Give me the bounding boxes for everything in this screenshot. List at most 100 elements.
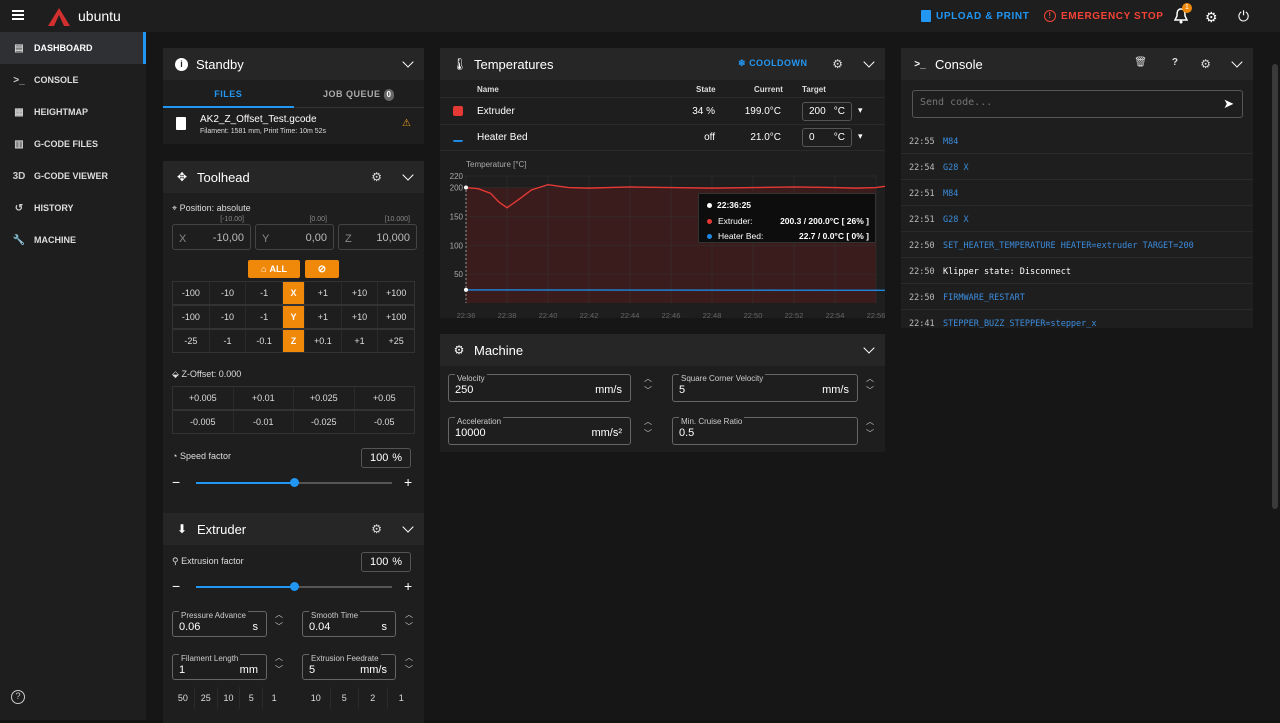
jog-button[interactable]: -0.005 bbox=[173, 411, 234, 433]
menu-icon[interactable] bbox=[12, 10, 24, 20]
sidebar-item-console[interactable]: >_CONSOLE bbox=[0, 64, 146, 96]
jog-button[interactable]: +25 bbox=[378, 330, 414, 352]
speed-factor-slider[interactable] bbox=[196, 482, 392, 484]
smooth-time-field[interactable]: Smooth Time 0.04 s bbox=[302, 611, 396, 637]
tab-files[interactable]: FILES bbox=[163, 80, 294, 107]
minus-icon[interactable]: − bbox=[172, 578, 180, 594]
jog-button[interactable]: +0.025 bbox=[294, 387, 355, 409]
toolhead-settings-gear-icon[interactable]: ⚙ bbox=[371, 170, 382, 184]
jog-button[interactable]: -0.05 bbox=[355, 411, 415, 433]
temp-target-input[interactable]: 0°C bbox=[802, 128, 852, 147]
jog-button[interactable]: 50 bbox=[172, 687, 195, 709]
upload-print-button[interactable]: UPLOAD & PRINT bbox=[921, 10, 1029, 22]
chevron-down-icon[interactable] bbox=[402, 56, 413, 67]
emergency-stop-button[interactable]: ! EMERGENCY STOP bbox=[1044, 10, 1164, 22]
trash-icon[interactable]: 🗑 bbox=[1134, 57, 1147, 68]
console-command[interactable]: STEPPER_BUZZ STEPPER=stepper_x bbox=[943, 319, 1097, 328]
send-code-field[interactable] bbox=[920, 97, 1210, 108]
sidebar-item-machine[interactable]: 🔧MACHINE bbox=[0, 224, 146, 256]
jog-button[interactable]: 5 bbox=[331, 687, 360, 709]
power-icon[interactable]: ⏻ bbox=[1238, 8, 1249, 25]
jog-button[interactable]: -1 bbox=[210, 330, 247, 352]
filament-length-stepper[interactable]: ︿﹀ bbox=[274, 652, 284, 676]
console-command[interactable]: M84 bbox=[943, 137, 958, 147]
velocity-field[interactable]: Velocity 250 mm/s bbox=[448, 374, 631, 402]
velocity-stepper[interactable]: ︿﹀ bbox=[643, 373, 653, 397]
jog-button[interactable]: +1 bbox=[342, 330, 379, 352]
console-settings-gear-icon[interactable]: ⚙ bbox=[1200, 57, 1211, 71]
cooldown-button[interactable]: ❄ COOLDOWN bbox=[738, 58, 808, 69]
file-list-item[interactable]: AK2_Z_Offset_Test.gcode Filament: 1581 m… bbox=[163, 108, 424, 144]
slider-knob[interactable] bbox=[290, 582, 299, 591]
pressure-advance-stepper[interactable]: ︿﹀ bbox=[274, 609, 284, 633]
sidebar-item-g-code-files[interactable]: ▥G-CODE FILES bbox=[0, 128, 146, 160]
square-corner-velocity-field[interactable]: Square Corner Velocity 5 mm/s bbox=[672, 374, 858, 402]
jog-button[interactable]: -100 bbox=[173, 282, 210, 304]
sidebar-item-dashboard[interactable]: ▤DASHBOARD bbox=[0, 32, 146, 64]
send-icon[interactable]: ➤ bbox=[1223, 96, 1234, 112]
position-field-z[interactable]: Z[10.000]10,000 bbox=[338, 224, 417, 250]
plus-icon[interactable]: + bbox=[404, 474, 412, 490]
jog-button[interactable]: -25 bbox=[173, 330, 210, 352]
console-command[interactable]: SET_HEATER_TEMPERATURE HEATER=extruder T… bbox=[943, 241, 1194, 251]
settings-gear-icon[interactable]: ⚙ bbox=[1205, 9, 1218, 26]
jog-button[interactable]: -0.1 bbox=[246, 330, 283, 352]
jog-button[interactable]: 1 bbox=[263, 687, 285, 709]
chevron-down-icon[interactable] bbox=[1231, 56, 1242, 67]
jog-button[interactable]: 10 bbox=[302, 687, 331, 709]
help-icon[interactable]: ? bbox=[1172, 57, 1178, 68]
filament-length-field[interactable]: Filament Length 1 mm bbox=[172, 654, 267, 680]
jog-button[interactable]: +0.005 bbox=[173, 387, 234, 409]
position-field-y[interactable]: Y[0.00]0,00 bbox=[255, 224, 334, 250]
home-axis-button[interactable]: Y bbox=[283, 306, 305, 328]
jog-button[interactable]: +1 bbox=[305, 282, 342, 304]
home-axis-button[interactable]: Z bbox=[283, 330, 305, 352]
tab-job-queue[interactable]: JOB QUEUE0 bbox=[294, 80, 425, 107]
slider-knob[interactable] bbox=[290, 478, 299, 487]
page-scrollbar[interactable] bbox=[1272, 64, 1278, 509]
jog-button[interactable]: +10 bbox=[342, 306, 379, 328]
motors-off-button[interactable]: ⊘ bbox=[305, 260, 339, 278]
chevron-down-icon[interactable] bbox=[863, 56, 874, 67]
smooth-time-stepper[interactable]: ︿﹀ bbox=[404, 609, 414, 633]
minus-icon[interactable]: − bbox=[172, 474, 180, 490]
jog-button[interactable]: 2 bbox=[359, 687, 388, 709]
jog-button[interactable]: -0.025 bbox=[294, 411, 355, 433]
jog-button[interactable]: -100 bbox=[173, 306, 210, 328]
extrusion-feedrate-field[interactable]: Extrusion Feedrate 5 mm/s bbox=[302, 654, 396, 680]
jog-button[interactable]: 10 bbox=[218, 687, 241, 709]
notifications-button[interactable]: 1 bbox=[1174, 8, 1188, 24]
preset-dropdown-icon[interactable]: ▾ bbox=[858, 131, 863, 142]
jog-button[interactable]: +10 bbox=[342, 282, 379, 304]
extrusion-factor-slider[interactable] bbox=[196, 586, 392, 588]
jog-button[interactable]: +0.05 bbox=[355, 387, 415, 409]
jog-button[interactable]: 25 bbox=[195, 687, 218, 709]
sidebar-item-g-code-viewer[interactable]: 3DG-CODE VIEWER bbox=[0, 160, 146, 192]
plus-icon[interactable]: + bbox=[404, 578, 412, 594]
jog-button[interactable]: 1 bbox=[388, 687, 416, 709]
acceleration-field[interactable]: Acceleration 10000 mm/s² bbox=[448, 417, 631, 445]
jog-button[interactable]: +100 bbox=[378, 306, 414, 328]
jog-button[interactable]: -10 bbox=[210, 282, 247, 304]
chevron-down-icon[interactable] bbox=[402, 521, 413, 532]
jog-button[interactable]: -1 bbox=[246, 282, 283, 304]
sidebar-item-history[interactable]: ↺HISTORY bbox=[0, 192, 146, 224]
extrusion-feedrate-stepper[interactable]: ︿﹀ bbox=[404, 652, 414, 676]
temp-target-input[interactable]: 200°C bbox=[802, 102, 852, 121]
chevron-down-icon[interactable] bbox=[863, 342, 874, 353]
temperatures-settings-gear-icon[interactable]: ⚙ bbox=[832, 57, 843, 71]
jog-button[interactable]: -10 bbox=[210, 306, 247, 328]
jog-button[interactable]: 5 bbox=[240, 687, 263, 709]
console-command[interactable]: M84 bbox=[943, 189, 958, 199]
console-command[interactable]: FIRMWARE_RESTART bbox=[943, 293, 1025, 303]
chevron-down-icon[interactable] bbox=[402, 169, 413, 180]
console-command[interactable]: G28 X bbox=[943, 215, 969, 225]
jog-button[interactable]: +0.1 bbox=[305, 330, 342, 352]
home-all-button[interactable]: ⌂ALL bbox=[248, 260, 300, 278]
jog-button[interactable]: +1 bbox=[305, 306, 342, 328]
position-field-x[interactable]: X[-10.00]-10,00 bbox=[172, 224, 251, 250]
extrusion-factor-input[interactable]: 100% bbox=[361, 552, 411, 572]
min-cruise-ratio-field[interactable]: Min. Cruise Ratio 0.5 bbox=[672, 417, 858, 445]
jog-button[interactable]: +100 bbox=[378, 282, 414, 304]
jog-button[interactable]: -1 bbox=[246, 306, 283, 328]
